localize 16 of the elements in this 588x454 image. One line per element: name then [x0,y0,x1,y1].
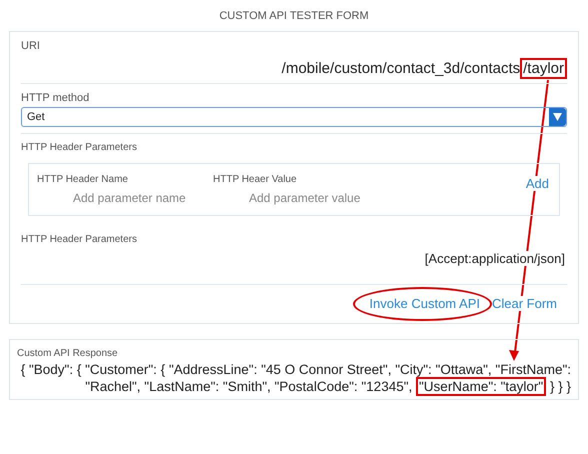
current-headers-value: [Accept:application/json] [424,251,565,266]
header-value-label: HTTP Heaer Value [213,174,298,185]
uri-value: /mobile/custom/contact_3d/contacts [282,60,520,77]
uri-label: URI [21,40,41,52]
method-select[interactable]: Get [21,107,567,127]
action-link[interactable]: Invoke Custom API [369,296,480,311]
current-headers-label: HTTP Header Parameters [21,234,138,245]
method-label: HTTP method [21,92,90,104]
form-title: CUSTOM API TESTER FORM [218,9,370,24]
header-name-label: HTTP Header Name [37,174,129,185]
dropdown-icon [553,113,562,121]
response-label: Custom API Response [17,348,119,359]
action-link[interactable]: Clear Form [492,296,557,311]
uri-highlighted-value: /taylor [520,58,567,79]
header-parameters-label: HTTP Header Parameters [21,142,138,153]
add-link[interactable]: Add [526,176,549,191]
